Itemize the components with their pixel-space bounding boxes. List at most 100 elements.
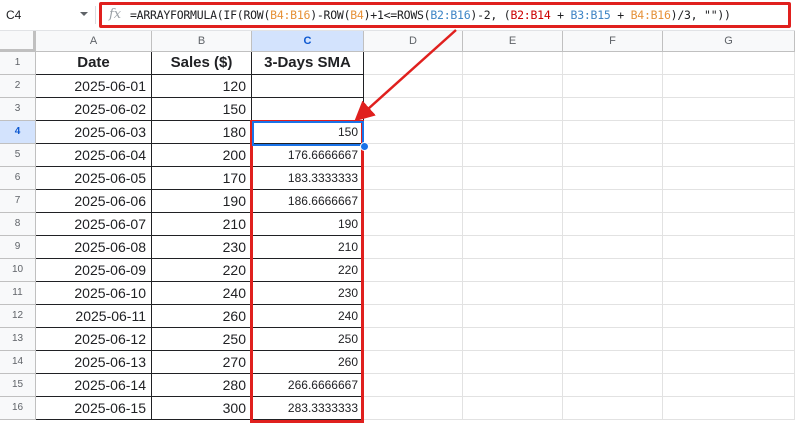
cell-g3[interactable] — [663, 98, 795, 121]
row-header-13[interactable]: 13 — [0, 328, 36, 351]
cell-b7[interactable]: 190 — [152, 190, 252, 213]
cell-b14[interactable]: 270 — [152, 351, 252, 374]
column-header-d[interactable]: D — [364, 31, 463, 52]
cell-d11[interactable] — [364, 282, 463, 305]
cell-e16[interactable] — [463, 397, 563, 420]
row-header-5[interactable]: 5 — [0, 144, 36, 167]
cell-a5[interactable]: 2025-06-04 — [36, 144, 152, 167]
cell-e8[interactable] — [463, 213, 563, 236]
dropdown-arrow-icon[interactable] — [80, 12, 88, 16]
cell-f7[interactable] — [563, 190, 663, 213]
cell-a16[interactable]: 2025-06-15 — [36, 397, 152, 420]
cell-d1[interactable] — [364, 52, 463, 75]
cell-a6[interactable]: 2025-06-05 — [36, 167, 152, 190]
row-header-3[interactable]: 3 — [0, 98, 36, 121]
cell-a8[interactable]: 2025-06-07 — [36, 213, 152, 236]
cell-f2[interactable] — [563, 75, 663, 98]
cell-b12[interactable]: 260 — [152, 305, 252, 328]
row-header-1[interactable]: 1 — [0, 52, 36, 75]
column-header-g[interactable]: G — [663, 31, 795, 52]
cell-f1[interactable] — [563, 52, 663, 75]
cell-d14[interactable] — [364, 351, 463, 374]
row-header-2[interactable]: 2 — [0, 75, 36, 98]
cell-b13[interactable]: 250 — [152, 328, 252, 351]
cell-g8[interactable] — [663, 213, 795, 236]
column-header-f[interactable]: F — [563, 31, 663, 52]
column-header-b[interactable]: B — [152, 31, 252, 52]
cell-b10[interactable]: 220 — [152, 259, 252, 282]
cell-e7[interactable] — [463, 190, 563, 213]
cell-b5[interactable]: 200 — [152, 144, 252, 167]
cell-b3[interactable]: 150 — [152, 98, 252, 121]
cell-g4[interactable] — [663, 121, 795, 144]
cell-g11[interactable] — [663, 282, 795, 305]
cell-d4[interactable] — [364, 121, 463, 144]
cell-d15[interactable] — [364, 374, 463, 397]
row-header-7[interactable]: 7 — [0, 190, 36, 213]
cell-g13[interactable] — [663, 328, 795, 351]
cell-d6[interactable] — [364, 167, 463, 190]
row-header-15[interactable]: 15 — [0, 374, 36, 397]
cell-g7[interactable] — [663, 190, 795, 213]
cell-f5[interactable] — [563, 144, 663, 167]
cell-f16[interactable] — [563, 397, 663, 420]
cell-a14[interactable]: 2025-06-13 — [36, 351, 152, 374]
row-header-11[interactable]: 11 — [0, 282, 36, 305]
row-header-16[interactable]: 16 — [0, 397, 36, 420]
cell-e2[interactable] — [463, 75, 563, 98]
cell-b4[interactable]: 180 — [152, 121, 252, 144]
cell-e9[interactable] — [463, 236, 563, 259]
cell-f11[interactable] — [563, 282, 663, 305]
cell-d13[interactable] — [364, 328, 463, 351]
cell-e4[interactable] — [463, 121, 563, 144]
cell-f10[interactable] — [563, 259, 663, 282]
cell-d7[interactable] — [364, 190, 463, 213]
cell-b1[interactable]: Sales ($) — [152, 52, 252, 75]
cell-d8[interactable] — [364, 213, 463, 236]
cell-a10[interactable]: 2025-06-09 — [36, 259, 152, 282]
cell-f15[interactable] — [563, 374, 663, 397]
row-header-6[interactable]: 6 — [0, 167, 36, 190]
row-header-4[interactable]: 4 — [0, 121, 36, 144]
cell-a1[interactable]: Date — [36, 52, 152, 75]
cell-f9[interactable] — [563, 236, 663, 259]
fill-handle[interactable] — [360, 142, 369, 151]
cell-b15[interactable]: 280 — [152, 374, 252, 397]
cell-a12[interactable]: 2025-06-11 — [36, 305, 152, 328]
cell-e12[interactable] — [463, 305, 563, 328]
row-header-12[interactable]: 12 — [0, 305, 36, 328]
cell-d9[interactable] — [364, 236, 463, 259]
cell-f13[interactable] — [563, 328, 663, 351]
cell-g9[interactable] — [663, 236, 795, 259]
column-header-c[interactable]: C — [252, 31, 364, 52]
cell-e10[interactable] — [463, 259, 563, 282]
cell-e14[interactable] — [463, 351, 563, 374]
row-header-14[interactable]: 14 — [0, 351, 36, 374]
cell-d2[interactable] — [364, 75, 463, 98]
cell-e11[interactable] — [463, 282, 563, 305]
cell-g12[interactable] — [663, 305, 795, 328]
cell-b8[interactable]: 210 — [152, 213, 252, 236]
cell-g1[interactable] — [663, 52, 795, 75]
cell-c2[interactable] — [252, 75, 364, 98]
cell-c3[interactable] — [252, 98, 364, 121]
cell-a3[interactable]: 2025-06-02 — [36, 98, 152, 121]
cell-g14[interactable] — [663, 351, 795, 374]
cell-a13[interactable]: 2025-06-12 — [36, 328, 152, 351]
cell-e3[interactable] — [463, 98, 563, 121]
cell-b11[interactable]: 240 — [152, 282, 252, 305]
cell-b9[interactable]: 230 — [152, 236, 252, 259]
row-header-9[interactable]: 9 — [0, 236, 36, 259]
cell-g5[interactable] — [663, 144, 795, 167]
cell-a4[interactable]: 2025-06-03 — [36, 121, 152, 144]
cell-d5[interactable] — [364, 144, 463, 167]
cell-a7[interactable]: 2025-06-06 — [36, 190, 152, 213]
cell-a9[interactable]: 2025-06-08 — [36, 236, 152, 259]
cell-e6[interactable] — [463, 167, 563, 190]
row-header-10[interactable]: 10 — [0, 259, 36, 282]
cell-g15[interactable] — [663, 374, 795, 397]
cell-a2[interactable]: 2025-06-01 — [36, 75, 152, 98]
cell-e15[interactable] — [463, 374, 563, 397]
cell-c1[interactable]: 3-Days SMA — [252, 52, 364, 75]
cell-d3[interactable] — [364, 98, 463, 121]
